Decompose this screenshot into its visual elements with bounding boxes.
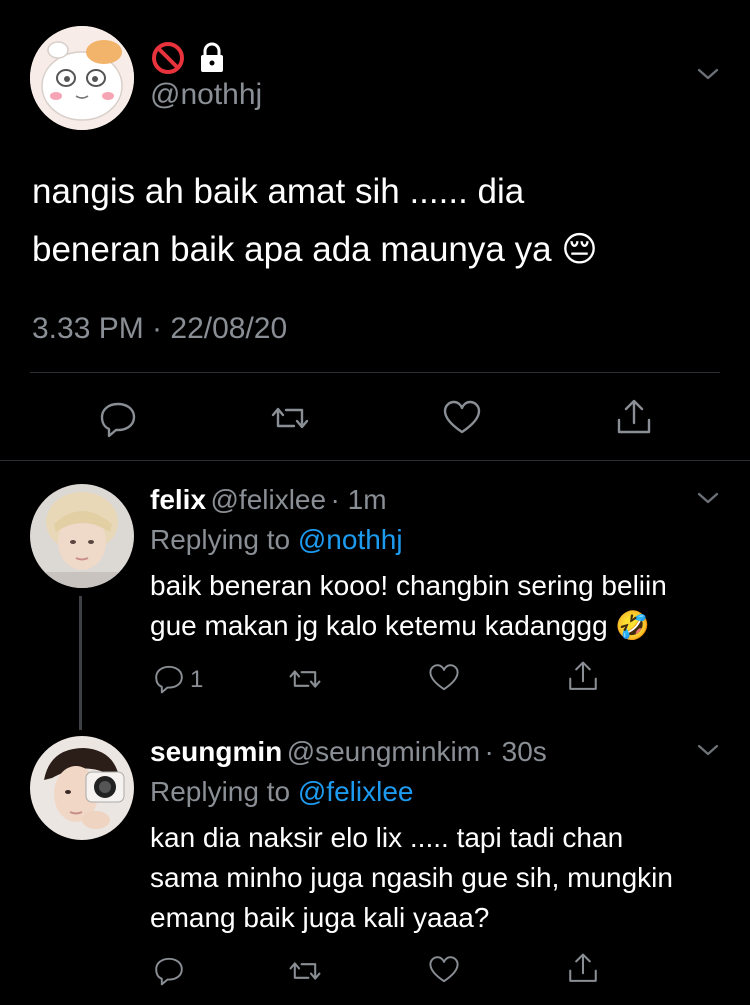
like-icon[interactable] <box>442 398 482 438</box>
author-handle[interactable]: @nothhj <box>150 78 262 112</box>
reply-icon[interactable] <box>153 662 185 694</box>
retweet-icon[interactable] <box>288 954 322 988</box>
retweet-icon[interactable] <box>270 398 310 438</box>
reply-time: · 30s <box>484 736 547 767</box>
mention-link[interactable]: @felixlee <box>298 776 414 807</box>
no-entry-icon <box>152 42 184 74</box>
avatar[interactable] <box>30 484 134 588</box>
tweet-timestamp[interactable]: 3.33 PM · 22/08/20 <box>32 312 287 346</box>
reply-count: 1 <box>190 666 204 693</box>
reply-text: baik beneran kooo! changbin sering belii… <box>150 566 730 646</box>
reply-text-line: sama minho juga ngasih gue sih, mungkin <box>150 862 673 893</box>
share-icon[interactable] <box>614 398 654 438</box>
author-handle[interactable]: @seungminkim <box>287 736 480 767</box>
author-name[interactable]: felix <box>150 484 206 515</box>
profile-badges <box>150 40 226 76</box>
reply-icon[interactable] <box>98 398 138 438</box>
thread-line <box>79 596 82 730</box>
reply-text-line: emang baik juga kali yaaa? <box>150 902 490 933</box>
reply-header: felix @felixlee · 1m <box>150 484 387 516</box>
reply-text: kan dia naksir elo lix ..... tapi tadi c… <box>150 818 730 938</box>
avatar[interactable] <box>30 736 134 840</box>
lock-icon <box>201 42 223 72</box>
divider <box>0 460 750 461</box>
reply-text-line: baik beneran kooo! changbin sering belii… <box>150 570 667 601</box>
reply-text-line: kan dia naksir elo lix ..... tapi tadi c… <box>150 822 624 853</box>
replying-to: Replying to @felixlee <box>150 776 413 808</box>
reply-time: · 1m <box>330 484 387 515</box>
share-icon[interactable] <box>566 660 600 694</box>
tweet-text-line: beneran baik apa ada maunya ya 😔 <box>32 230 598 269</box>
reply-header: seungmin @seungminkim · 30s <box>150 736 547 768</box>
tweet-text-line: nangis ah baik amat sih ...... dia <box>32 172 525 211</box>
chevron-down-icon[interactable] <box>696 486 720 510</box>
tweet-text: nangis ah baik amat sih ...... dia bener… <box>32 163 712 279</box>
author-name[interactable]: seungmin <box>150 736 282 767</box>
author-handle[interactable]: @felixlee <box>210 484 326 515</box>
chevron-down-icon[interactable] <box>696 62 720 86</box>
like-icon[interactable] <box>428 662 460 694</box>
replying-to-label: Replying to <box>150 524 291 555</box>
replying-to: Replying to @nothhj <box>150 524 403 556</box>
avatar[interactable] <box>30 26 134 130</box>
reply-text-line: gue makan jg kalo ketemu kadanggg 🤣 <box>150 610 651 641</box>
share-icon[interactable] <box>566 952 600 986</box>
replying-to-label: Replying to <box>150 776 291 807</box>
divider <box>30 372 720 373</box>
like-icon[interactable] <box>428 954 460 986</box>
retweet-icon[interactable] <box>288 662 322 696</box>
chevron-down-icon[interactable] <box>696 738 720 762</box>
mention-link[interactable]: @nothhj <box>298 524 403 555</box>
reply-icon[interactable] <box>153 954 185 986</box>
